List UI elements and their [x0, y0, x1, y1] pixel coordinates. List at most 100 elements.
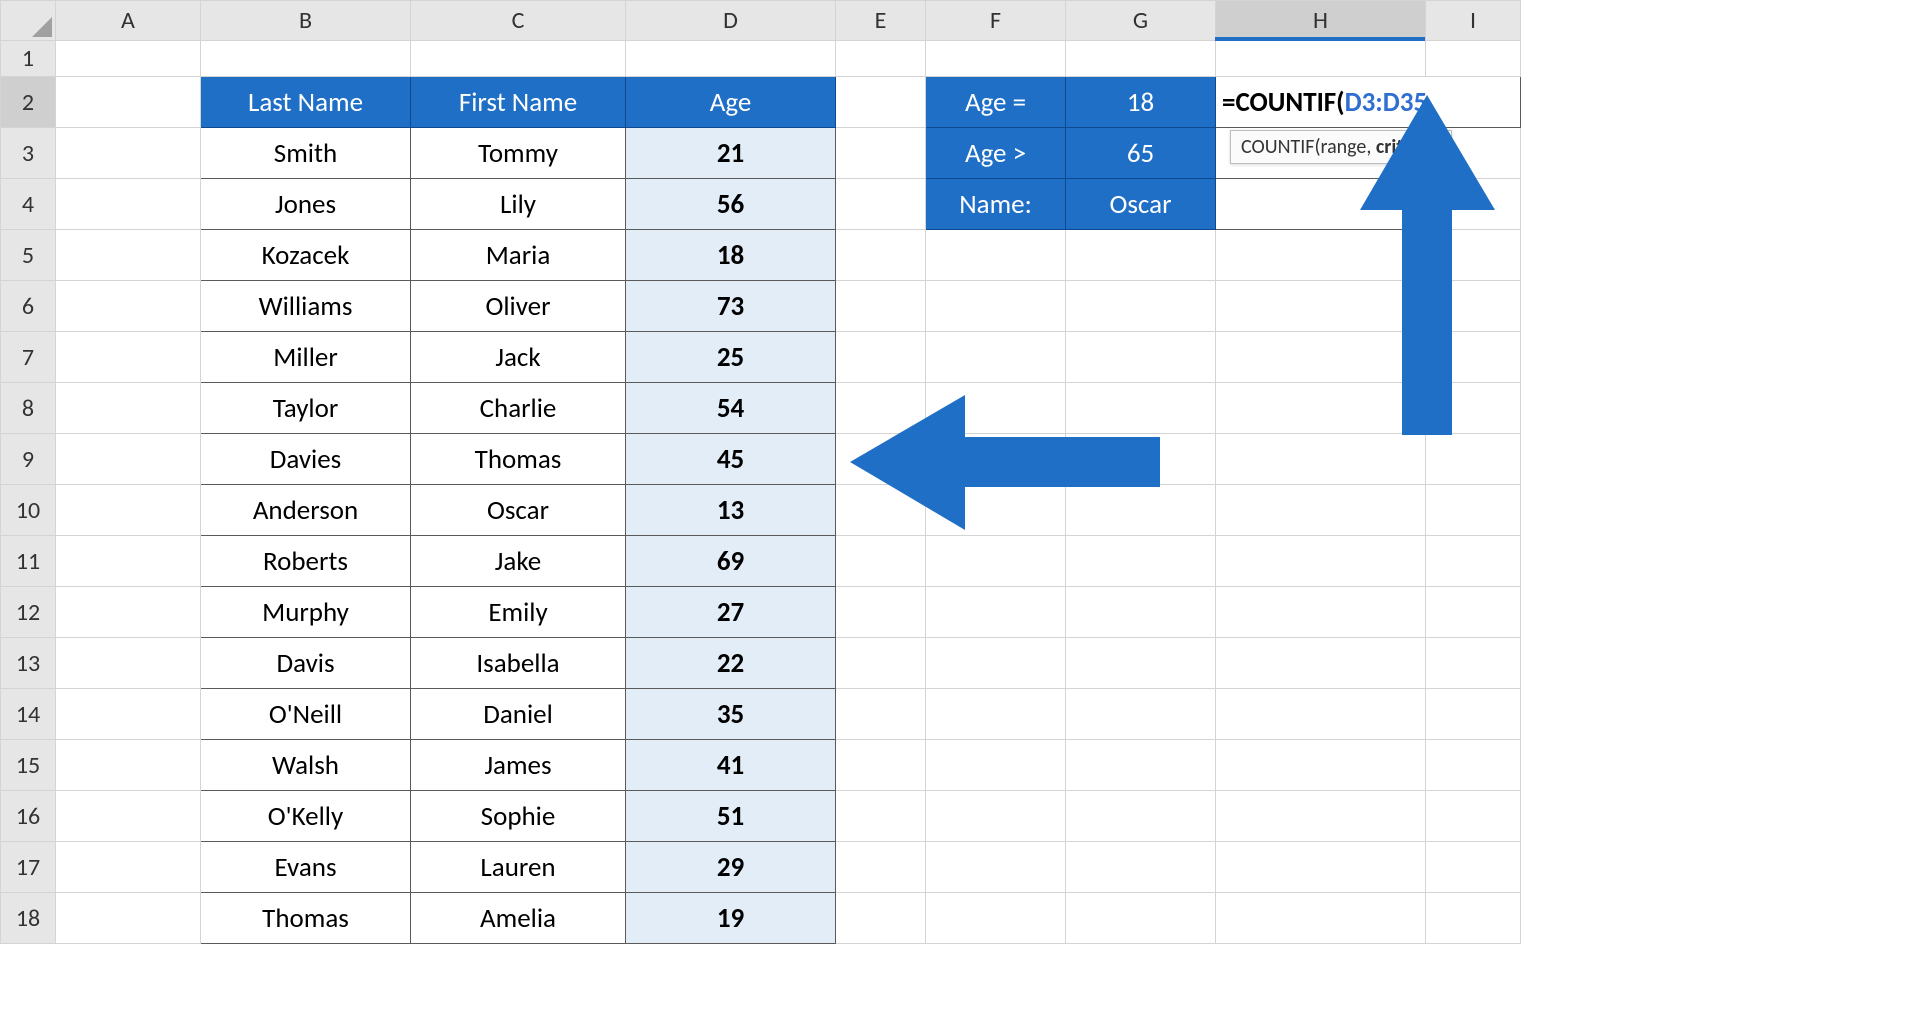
- cell-E14[interactable]: [836, 689, 926, 740]
- row-header-10[interactable]: 10: [1, 485, 56, 536]
- col-header-C[interactable]: C: [411, 1, 626, 41]
- cell-A7[interactable]: [56, 332, 201, 383]
- row-header-9[interactable]: 9: [1, 434, 56, 485]
- cell-C1[interactable]: [411, 41, 626, 77]
- row-header-4[interactable]: 4: [1, 179, 56, 230]
- cell-age-4[interactable]: 25: [626, 332, 836, 383]
- cell-A13[interactable]: [56, 638, 201, 689]
- cell-lastname-5[interactable]: Taylor: [201, 383, 411, 434]
- cell-firstname-7[interactable]: Oscar: [411, 485, 626, 536]
- row-header-7[interactable]: 7: [1, 332, 56, 383]
- header-firstname[interactable]: First Name: [411, 77, 626, 128]
- col-header-G[interactable]: G: [1066, 1, 1216, 41]
- cell-H12[interactable]: [1216, 587, 1426, 638]
- col-header-F[interactable]: F: [926, 1, 1066, 41]
- criteria-label-1[interactable]: Age >: [926, 128, 1066, 179]
- cell-E12[interactable]: [836, 587, 926, 638]
- cell-lastname-15[interactable]: Thomas: [201, 893, 411, 944]
- cell-G14[interactable]: [1066, 689, 1216, 740]
- cell-E11[interactable]: [836, 536, 926, 587]
- criteria-value-1[interactable]: 65: [1066, 128, 1216, 179]
- cell-F17[interactable]: [926, 842, 1066, 893]
- cell-E13[interactable]: [836, 638, 926, 689]
- cell-H9[interactable]: [1216, 434, 1426, 485]
- cell-I13[interactable]: [1426, 638, 1521, 689]
- cell-firstname-4[interactable]: Jack: [411, 332, 626, 383]
- cell-lastname-0[interactable]: Smith: [201, 128, 411, 179]
- cell-firstname-1[interactable]: Lily: [411, 179, 626, 230]
- cell-lastname-3[interactable]: Williams: [201, 281, 411, 332]
- cell-firstname-3[interactable]: Oliver: [411, 281, 626, 332]
- cell-lastname-7[interactable]: Anderson: [201, 485, 411, 536]
- cell-G17[interactable]: [1066, 842, 1216, 893]
- cell-A5[interactable]: [56, 230, 201, 281]
- cell-firstname-13[interactable]: Sophie: [411, 791, 626, 842]
- select-all-corner[interactable]: [1, 1, 56, 41]
- cell-H13[interactable]: [1216, 638, 1426, 689]
- cell-age-7[interactable]: 13: [626, 485, 836, 536]
- cell-age-6[interactable]: 45: [626, 434, 836, 485]
- cell-G12[interactable]: [1066, 587, 1216, 638]
- row-header-14[interactable]: 14: [1, 689, 56, 740]
- col-header-I[interactable]: I: [1426, 1, 1521, 41]
- cell-A18[interactable]: [56, 893, 201, 944]
- cell-lastname-2[interactable]: Kozacek: [201, 230, 411, 281]
- cell-H15[interactable]: [1216, 740, 1426, 791]
- cell-firstname-8[interactable]: Jake: [411, 536, 626, 587]
- cell-firstname-12[interactable]: James: [411, 740, 626, 791]
- cell-H10[interactable]: [1216, 485, 1426, 536]
- row-header-17[interactable]: 17: [1, 842, 56, 893]
- cell-age-11[interactable]: 35: [626, 689, 836, 740]
- cell-G6[interactable]: [1066, 281, 1216, 332]
- cell-A12[interactable]: [56, 587, 201, 638]
- cell-age-9[interactable]: 27: [626, 587, 836, 638]
- cell-firstname-6[interactable]: Thomas: [411, 434, 626, 485]
- cell-lastname-10[interactable]: Davis: [201, 638, 411, 689]
- cell-G11[interactable]: [1066, 536, 1216, 587]
- cell-age-0[interactable]: 21: [626, 128, 836, 179]
- criteria-label-0[interactable]: Age =: [926, 77, 1066, 128]
- cell-A14[interactable]: [56, 689, 201, 740]
- row-header-6[interactable]: 6: [1, 281, 56, 332]
- cell-F13[interactable]: [926, 638, 1066, 689]
- cell-F18[interactable]: [926, 893, 1066, 944]
- row-header-15[interactable]: 15: [1, 740, 56, 791]
- col-header-B[interactable]: B: [201, 1, 411, 41]
- cell-H1[interactable]: [1216, 41, 1426, 77]
- cell-E1[interactable]: [836, 41, 926, 77]
- cell-E18[interactable]: [836, 893, 926, 944]
- cell-I15[interactable]: [1426, 740, 1521, 791]
- cell-firstname-0[interactable]: Tommy: [411, 128, 626, 179]
- cell-lastname-11[interactable]: O'Neill: [201, 689, 411, 740]
- row-header-5[interactable]: 5: [1, 230, 56, 281]
- cell-D1[interactable]: [626, 41, 836, 77]
- cell-age-3[interactable]: 73: [626, 281, 836, 332]
- cell-A6[interactable]: [56, 281, 201, 332]
- cell-H18[interactable]: [1216, 893, 1426, 944]
- cell-age-14[interactable]: 29: [626, 842, 836, 893]
- cell-H14[interactable]: [1216, 689, 1426, 740]
- row-header-16[interactable]: 16: [1, 791, 56, 842]
- cell-G16[interactable]: [1066, 791, 1216, 842]
- cell-age-10[interactable]: 22: [626, 638, 836, 689]
- cell-F6[interactable]: [926, 281, 1066, 332]
- cell-age-2[interactable]: 18: [626, 230, 836, 281]
- cell-A16[interactable]: [56, 791, 201, 842]
- cell-lastname-9[interactable]: Murphy: [201, 587, 411, 638]
- cell-lastname-6[interactable]: Davies: [201, 434, 411, 485]
- cell-lastname-4[interactable]: Miller: [201, 332, 411, 383]
- row-header-13[interactable]: 13: [1, 638, 56, 689]
- col-header-D[interactable]: D: [626, 1, 836, 41]
- row-header-2[interactable]: 2: [1, 77, 56, 128]
- col-header-E[interactable]: E: [836, 1, 926, 41]
- row-header-18[interactable]: 18: [1, 893, 56, 944]
- cell-A10[interactable]: [56, 485, 201, 536]
- cell-E6[interactable]: [836, 281, 926, 332]
- cell-G15[interactable]: [1066, 740, 1216, 791]
- cell-A15[interactable]: [56, 740, 201, 791]
- cell-F11[interactable]: [926, 536, 1066, 587]
- cell-G1[interactable]: [1066, 41, 1216, 77]
- cell-I1[interactable]: [1426, 41, 1521, 77]
- cell-B1[interactable]: [201, 41, 411, 77]
- criteria-label-2[interactable]: Name:: [926, 179, 1066, 230]
